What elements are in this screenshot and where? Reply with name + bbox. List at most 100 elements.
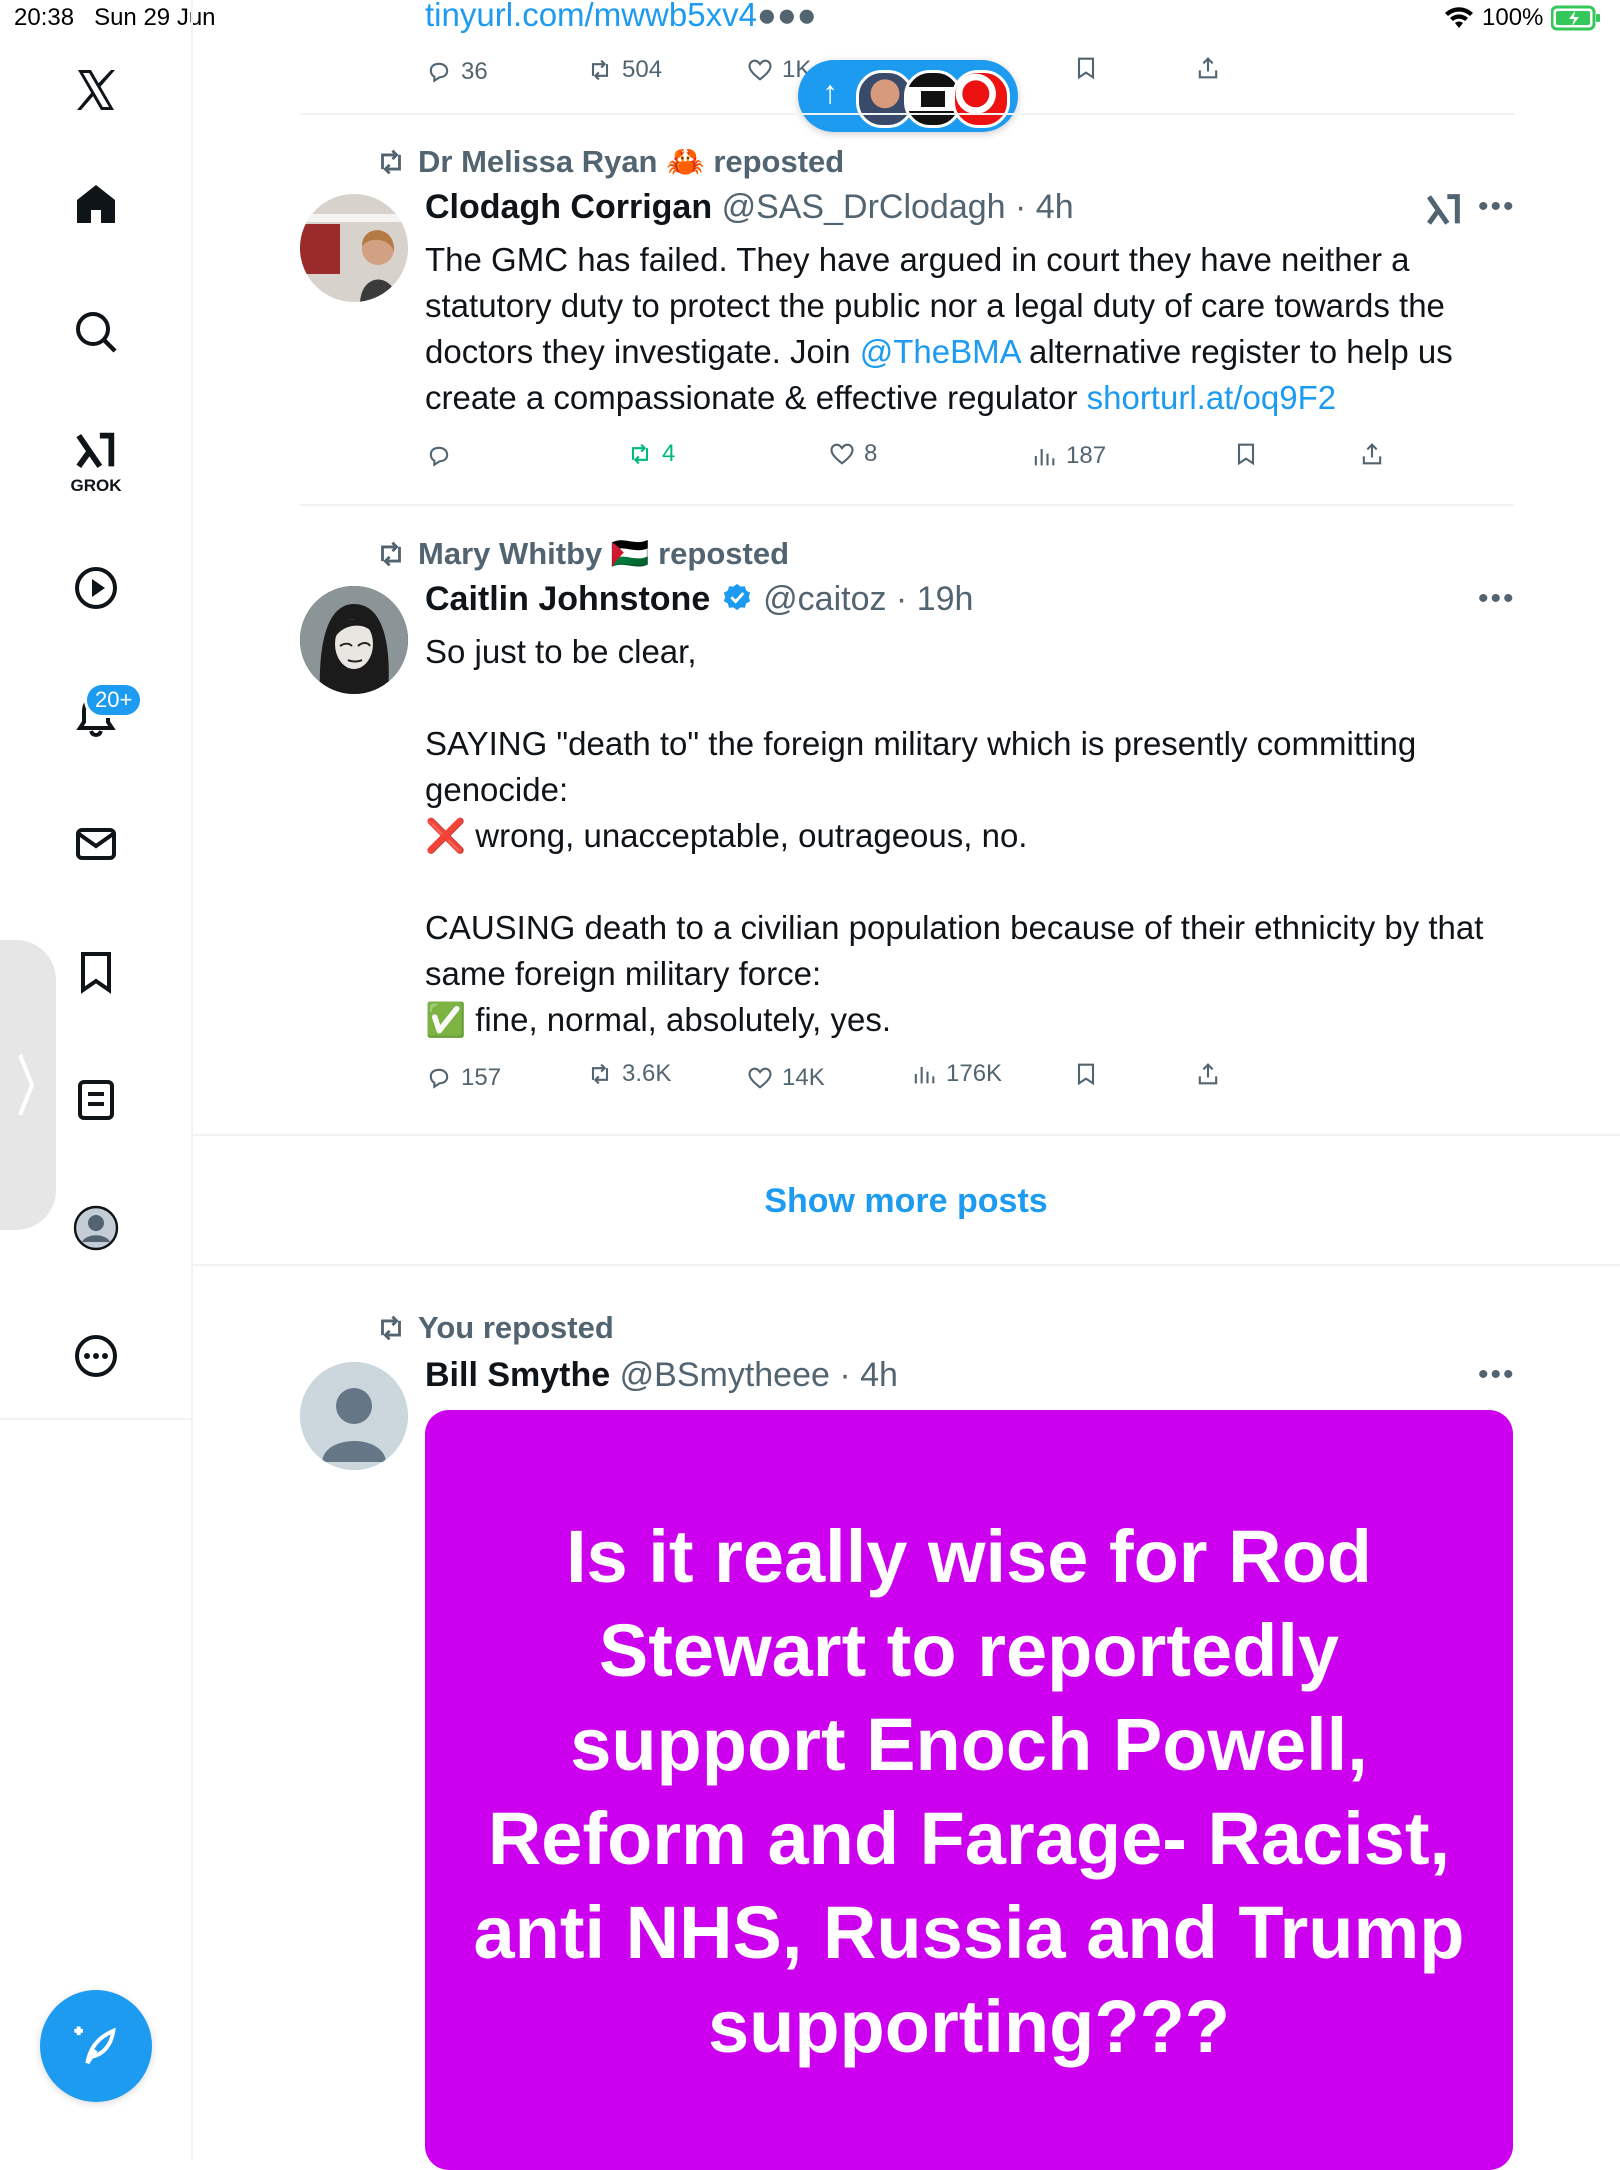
sidebar-handle[interactable] xyxy=(0,940,56,1230)
reposted-by: Dr Melissa Ryan 🦀 reposted xyxy=(418,144,845,179)
retweet-indicator[interactable]: Mary Whitby 🇵🇸 reposted xyxy=(374,535,789,572)
bookmark-icon[interactable] xyxy=(68,944,124,1000)
bookmark-button[interactable] xyxy=(1072,54,1100,82)
compose-button[interactable] xyxy=(40,1990,152,2102)
repost-count: 4 xyxy=(662,440,676,467)
tweet-line: SAYING "death to" the foreign military w… xyxy=(425,725,1417,808)
repost-icon xyxy=(381,149,401,174)
status-right: 100% xyxy=(1444,4,1601,32)
avatar[interactable] xyxy=(300,1362,408,1470)
reply-count: 157 xyxy=(461,1064,502,1091)
share-icon xyxy=(1198,1063,1218,1085)
timestamp[interactable]: 19h xyxy=(917,580,974,618)
tweet-line: ❌ wrong, unacceptable, outrageous, no. xyxy=(425,817,1028,854)
heart-icon xyxy=(748,59,772,81)
like-count: 14K xyxy=(782,1064,825,1091)
views-icon xyxy=(914,1067,935,1084)
more-options-icon[interactable]: ••• xyxy=(1478,190,1516,224)
search-icon[interactable] xyxy=(68,304,124,360)
avatar xyxy=(952,70,1010,128)
battery-icon xyxy=(1551,5,1601,31)
display-name[interactable]: Bill Smythe xyxy=(425,1356,610,1394)
repost-icon xyxy=(631,443,649,465)
top-tweet-link[interactable]: tinyurl.com/mwwb5xv4●●● xyxy=(425,0,817,34)
wifi-icon xyxy=(1445,7,1473,28)
views-button[interactable]: 187 xyxy=(1030,442,1106,470)
new-posts-pill[interactable]: ↑ xyxy=(798,60,1018,132)
repost-button[interactable]: 504 xyxy=(586,56,662,84)
bookmark-icon xyxy=(1077,1063,1095,1086)
reposted-by: Mary Whitby 🇵🇸 reposted xyxy=(418,536,790,571)
heart-icon xyxy=(748,1067,772,1089)
reposted-by: You reposted xyxy=(418,1310,614,1345)
reply-button[interactable] xyxy=(425,442,461,470)
views-count: 176K xyxy=(946,1060,1003,1087)
repost-icon xyxy=(591,59,609,81)
avatar[interactable] xyxy=(300,194,408,302)
retweet-indicator[interactable]: Dr Melissa Ryan 🦀 reposted xyxy=(374,143,844,180)
notification-badge: 20+ xyxy=(84,682,144,718)
show-more-posts-button[interactable]: Show more posts xyxy=(192,1136,1620,1266)
repost-icon xyxy=(591,1063,609,1085)
views-button[interactable]: 176K xyxy=(910,1060,1002,1088)
user-handle[interactable]: @SAS_DrClodagh xyxy=(722,188,1006,226)
tweet-link[interactable]: shorturl.at/oq9F2 xyxy=(1087,379,1336,416)
tweet-image[interactable]: Is it really wise for Rod Stewart to rep… xyxy=(425,1410,1513,2170)
views-count: 187 xyxy=(1066,442,1107,469)
bookmark-button[interactable] xyxy=(1232,440,1260,468)
play-icon[interactable] xyxy=(68,560,124,616)
like-button[interactable]: 14K xyxy=(746,1064,825,1092)
repost-count: 3.6K xyxy=(622,1060,672,1087)
sidebar-divider xyxy=(0,1418,192,1420)
retweet-indicator[interactable]: You reposted xyxy=(374,1310,614,1346)
like-button[interactable]: 8 xyxy=(828,440,877,468)
display-name[interactable]: Clodagh Corrigan xyxy=(425,188,712,226)
repost-icon xyxy=(381,541,401,566)
bookmark-button[interactable] xyxy=(1072,1060,1100,1088)
more-icon[interactable] xyxy=(68,1328,124,1384)
heart-icon xyxy=(830,443,854,465)
user-handle[interactable]: @BSmytheee xyxy=(620,1356,830,1394)
grok-icon[interactable]: GROK xyxy=(68,422,124,502)
tweet-text: The GMC has failed. They have argued in … xyxy=(425,241,1453,416)
more-options-icon[interactable]: ••• xyxy=(1478,582,1516,616)
share-button[interactable] xyxy=(1194,54,1222,82)
tweet-line: So just to be clear, xyxy=(425,633,697,670)
home-icon[interactable] xyxy=(68,176,124,232)
profile-icon[interactable] xyxy=(68,1200,124,1256)
timestamp[interactable]: 4h xyxy=(1036,188,1074,226)
repost-button[interactable]: 3.6K xyxy=(586,1060,671,1088)
tweet-line: ✅ fine, normal, absolutely, yes. xyxy=(425,1001,892,1038)
share-button[interactable] xyxy=(1358,440,1386,468)
mail-icon[interactable] xyxy=(68,816,124,872)
share-icon xyxy=(1198,57,1218,79)
reply-count: 36 xyxy=(461,58,488,85)
more-options-icon[interactable]: ••• xyxy=(1478,1358,1516,1392)
arrow-up-icon: ↑ xyxy=(822,74,838,110)
share-button[interactable] xyxy=(1194,1060,1222,1088)
reply-button[interactable]: 157 xyxy=(425,1064,501,1092)
tweet-text: So just to be clear, SAYING "death to" t… xyxy=(425,629,1515,1043)
verified-icon xyxy=(723,583,750,611)
timestamp[interactable]: 4h xyxy=(860,1356,898,1394)
share-icon xyxy=(1362,443,1382,465)
repost-count: 504 xyxy=(622,56,663,83)
mention-link[interactable]: @TheBMA xyxy=(860,333,1020,370)
display-name[interactable]: Caitlin Johnstone xyxy=(425,580,710,618)
image-text: Is it really wise for Rod Stewart to rep… xyxy=(473,1515,1465,2068)
x-logo-icon[interactable] xyxy=(68,62,124,118)
views-icon xyxy=(1034,449,1055,466)
reply-icon xyxy=(429,1068,449,1089)
user-handle[interactable]: @caitoz xyxy=(763,580,886,618)
section-divider xyxy=(192,1264,1620,1266)
avatar[interactable] xyxy=(300,586,408,694)
grok-icon[interactable] xyxy=(1424,190,1464,235)
bookmark-icon xyxy=(1237,443,1255,466)
grok-label: GROK xyxy=(70,476,122,495)
repost-button[interactable]: 4 xyxy=(626,440,675,468)
reply-button[interactable]: 36 xyxy=(425,58,488,86)
list-icon[interactable] xyxy=(68,1072,124,1128)
tweet-header: Caitlin Johnstone @caitoz · 19h xyxy=(425,580,974,618)
like-count: 8 xyxy=(864,440,878,467)
repost-icon xyxy=(381,1315,401,1341)
